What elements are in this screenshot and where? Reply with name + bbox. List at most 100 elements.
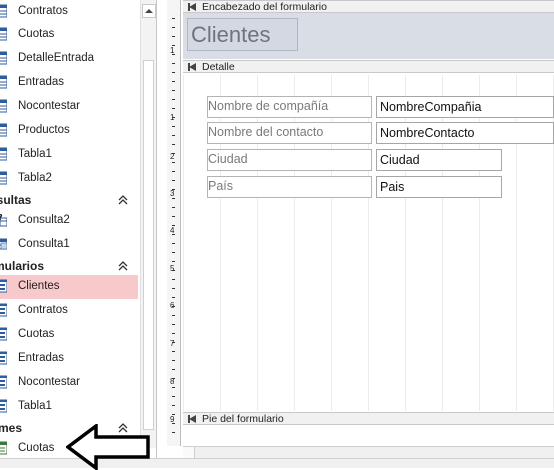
nav-item-table-tabla1[interactable]: Tabla1 <box>0 143 138 167</box>
nav-item-query-consulta1[interactable]: Consulta1 <box>0 233 138 257</box>
nav-item-label: Nocontestar <box>18 100 81 112</box>
query-icon: ? <box>0 213 7 227</box>
table-icon <box>0 147 7 161</box>
form-icon <box>0 279 7 293</box>
ruler-tick <box>172 72 175 73</box>
ruler-tick <box>172 360 175 361</box>
detail-band[interactable]: Detalle <box>183 60 554 73</box>
table-icon <box>0 51 7 65</box>
ruler-tick <box>172 27 175 28</box>
nav-item-label: Contratos <box>18 304 68 316</box>
ruler-tick <box>172 180 175 181</box>
nav-item-table-entradas[interactable]: Entradas <box>0 71 138 95</box>
ruler-tick <box>172 279 175 280</box>
ruler-tick <box>172 144 175 145</box>
nav-item-label: Entradas <box>18 76 65 88</box>
table-icon <box>0 171 7 185</box>
table-icon <box>0 123 7 137</box>
nav-item-label: Cuotas <box>18 442 55 454</box>
form-footer-band[interactable]: Pie del formulario <box>183 412 554 425</box>
nav-item-label: Nocontestar <box>18 376 81 388</box>
form-title-text: Clientes <box>191 22 271 47</box>
ruler-tick <box>172 261 175 262</box>
label-text: Ciudad <box>208 152 248 166</box>
nav-item-label: Consulta2 <box>18 214 70 226</box>
label-text: País <box>208 179 234 193</box>
table-icon <box>0 99 7 113</box>
ruler-tick <box>172 333 175 334</box>
ruler-tick <box>172 423 175 424</box>
nav-group-label: ormularios <box>0 259 45 273</box>
nav-scrollbar[interactable] <box>140 0 156 448</box>
vertical-ruler: 1123456789 <box>167 0 181 446</box>
nav-item-table-nocontestar[interactable]: Nocontestar <box>0 95 138 119</box>
control-text: Ciudad <box>380 153 420 167</box>
nav-item-form-cuotas[interactable]: Cuotas <box>0 323 138 347</box>
nav-item-form-tabla1[interactable]: Tabla1 <box>0 395 138 419</box>
section-arrow-icon <box>188 3 196 11</box>
ruler-tick <box>172 270 175 271</box>
ruler-tick <box>172 351 175 352</box>
scroll-up-button[interactable] <box>142 4 156 18</box>
form-icon <box>0 351 7 365</box>
scroll-thumb[interactable] <box>143 60 154 430</box>
horizontal-scrollbar[interactable] <box>183 446 554 458</box>
nav-item-form-clientes[interactable]: Clientes <box>0 275 138 299</box>
nav-item-label: Tabla2 <box>18 172 52 184</box>
ruler-tick <box>172 81 175 82</box>
ruler-number: 3 <box>170 189 175 198</box>
label-ciudad[interactable]: Ciudad <box>207 149 372 171</box>
ruler-tick <box>172 342 175 343</box>
ruler-tick <box>172 216 175 217</box>
ruler-tick <box>172 90 175 91</box>
nav-item-table-productos[interactable]: Productos <box>0 119 138 143</box>
nav-item-label: Consulta1 <box>18 238 70 250</box>
nav-item-query-consulta2[interactable]: ? Consulta2 <box>0 209 138 233</box>
ruler-tick <box>172 369 175 370</box>
control-nombre-contacto[interactable]: NombreContacto <box>376 122 554 144</box>
form-header-section[interactable]: Clientes <box>183 13 554 59</box>
form-icon <box>0 327 7 341</box>
ruler-tick <box>172 45 175 46</box>
ruler-tick <box>172 414 175 415</box>
form-footer-section[interactable] <box>183 427 554 446</box>
detail-section[interactable]: Nombre de compañía NombreCompañia Nombre… <box>183 75 554 411</box>
form-header-band-label: Encabezado del formulario <box>202 1 327 13</box>
nav-item-table-tabla2[interactable]: Tabla2 <box>0 167 138 191</box>
control-nombre-compania[interactable]: NombreCompañia <box>376 96 554 118</box>
nav-item-label: Tabla1 <box>18 400 52 412</box>
control-pais[interactable]: Pais <box>376 176 502 198</box>
form-title-label[interactable]: Clientes <box>187 18 298 51</box>
section-arrow-icon <box>188 415 196 423</box>
svg-text:?: ? <box>0 213 3 222</box>
nav-item-form-contratos[interactable]: Contratos <box>0 299 138 323</box>
scroll-left-button[interactable] <box>183 447 195 458</box>
nav-item-table-cuotas[interactable]: Cuotas <box>0 23 138 47</box>
label-text: Nombre del contacto <box>208 125 324 139</box>
label-pais[interactable]: País <box>207 176 372 198</box>
form-header-band[interactable]: Encabezado del formulario <box>183 0 554 13</box>
table-icon <box>0 27 7 41</box>
nav-item-form-entradas[interactable]: Entradas <box>0 347 138 371</box>
nav-item-label: Contratos <box>18 5 68 17</box>
ruler-tick <box>172 225 175 226</box>
label-nombre-contacto[interactable]: Nombre del contacto <box>207 122 372 144</box>
ruler-tick <box>172 117 175 118</box>
nav-item-form-nocontestar[interactable]: Nocontestar <box>0 371 138 395</box>
label-nombre-compania[interactable]: Nombre de compañía <box>207 96 372 118</box>
ruler-tick <box>172 432 175 433</box>
ruler-tick <box>172 108 175 109</box>
control-ciudad[interactable]: Ciudad <box>376 149 502 171</box>
nav-item-table-detalleentrada[interactable]: DetalleEntrada <box>0 47 138 71</box>
collapse-chevrons-icon[interactable] <box>116 259 130 273</box>
ruler-tick <box>172 396 175 397</box>
pointer-arrow-icon <box>66 424 150 470</box>
ruler-tick <box>172 234 175 235</box>
nav-item-label: Tabla1 <box>18 148 52 160</box>
detail-band-label: Detalle <box>202 61 235 73</box>
collapse-chevrons-icon[interactable] <box>116 193 130 207</box>
ruler-tick <box>172 378 175 379</box>
nav-item-table-contratos[interactable]: Contratos <box>0 0 138 24</box>
ruler-number: 7 <box>170 339 175 348</box>
control-text: NombreContacto <box>380 126 475 140</box>
